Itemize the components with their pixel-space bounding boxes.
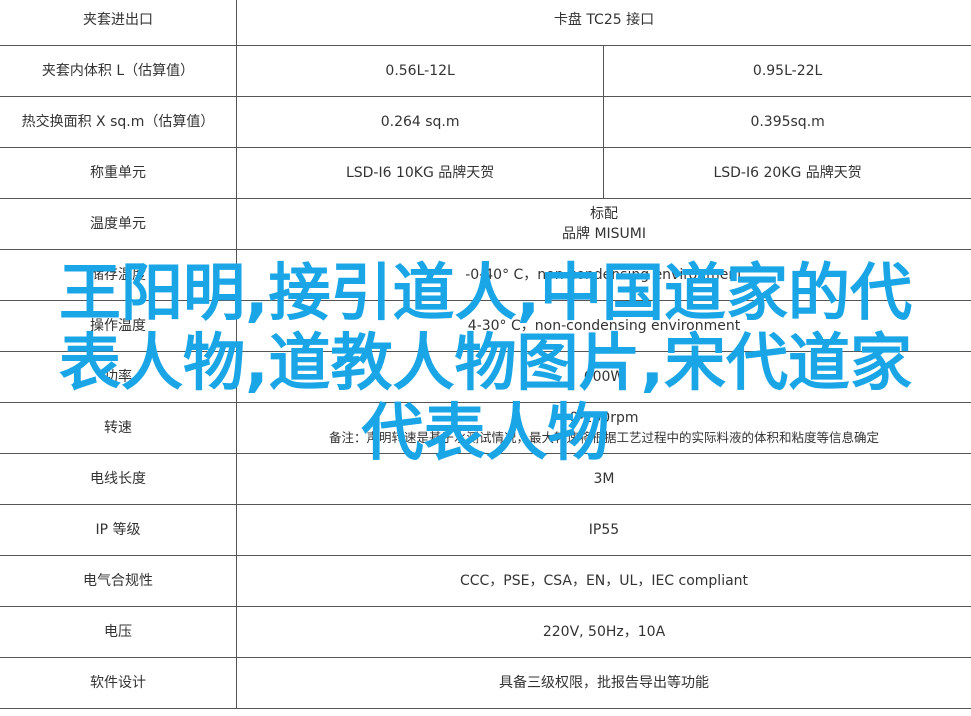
row-value: 220V, 50Hz，10A xyxy=(236,606,971,658)
row-label: 电压 xyxy=(0,606,237,658)
row-value: 600W xyxy=(236,351,971,403)
row-value: 3M xyxy=(236,453,971,505)
row-value: 0.395sq.m xyxy=(603,96,971,148)
row-value: LSD-I6 10KG 品牌天贺 xyxy=(235,147,604,199)
row-label: IP 等级 xyxy=(0,504,237,556)
table-row: 夹套内体积 L（估算值） 0.56L-12L 0.95L-22L xyxy=(0,45,971,97)
row-value: 具备三级权限，批报告导出等功能 xyxy=(236,657,971,709)
row-label: 电线长度 xyxy=(0,453,237,505)
row-label: 操作温度 xyxy=(0,300,237,352)
row-value: -0-40° C，non-condensing environment xyxy=(236,249,971,301)
row-value: 0-200rpm 备注：声明转速是基于水测试情况，最大转速将根据工艺过程中的实际… xyxy=(236,402,971,454)
row-value: 0.264 sq.m xyxy=(235,96,604,148)
row-value-line: 0-200rpm xyxy=(569,410,639,426)
table-row: IP 等级 IP55 xyxy=(0,504,971,556)
table-row: 电压 220V, 50Hz，10A xyxy=(0,606,971,658)
row-label: 称重单元 xyxy=(0,147,237,199)
table-row: 储存温度 -0-40° C，non-condensing environment xyxy=(0,249,971,301)
row-value-line: 备注：声明转速是基于水测试情况，最大转速将根据工艺过程中的实际料液的体积和粘度等… xyxy=(328,430,879,445)
row-value: 标配 品牌 MISUMI xyxy=(236,198,971,250)
row-value: 卡盘 TC25 接口 xyxy=(236,0,971,46)
row-value: CCC，PSE，CSA，EN，UL，IEC compliant xyxy=(236,555,971,607)
table-row: 软件设计 具备三级权限，批报告导出等功能 xyxy=(0,657,971,709)
row-label: 转速 xyxy=(0,402,237,454)
row-value-line: 标配 xyxy=(590,206,618,222)
table-row: 功率 600W xyxy=(0,351,971,403)
row-value: 4-30° C，non-condensing environment xyxy=(236,300,971,352)
table-row: 称重单元 LSD-I6 10KG 品牌天贺 LSD-I6 20KG 品牌天贺 xyxy=(0,147,971,199)
table-row: 电气合规性 CCC，PSE，CSA，EN，UL，IEC compliant xyxy=(0,555,971,607)
table-row: 热交换面积 X sq.m（估算值） 0.264 sq.m 0.395sq.m xyxy=(0,96,971,148)
row-value: IP55 xyxy=(236,504,971,556)
row-value: 0.56L-12L xyxy=(235,45,604,97)
row-label: 电气合规性 xyxy=(0,555,237,607)
row-value: LSD-I6 20KG 品牌天贺 xyxy=(603,147,971,199)
row-label: 夹套内体积 L（估算值） xyxy=(0,45,237,97)
spec-table: 夹套进出口 卡盘 TC25 接口 夹套内体积 L（估算值） 0.56L-12L … xyxy=(0,0,971,709)
table-row: 温度单元 标配 品牌 MISUMI xyxy=(0,198,971,250)
table-row: 夹套进出口 卡盘 TC25 接口 xyxy=(0,0,971,46)
row-label: 功率 xyxy=(0,351,237,403)
row-label: 储存温度 xyxy=(0,249,237,301)
table-row: 转速 0-200rpm 备注：声明转速是基于水测试情况，最大转速将根据工艺过程中… xyxy=(0,402,971,454)
table-row: 电线长度 3M xyxy=(0,453,971,505)
row-value-line: 品牌 MISUMI xyxy=(562,226,646,242)
row-label: 热交换面积 X sq.m（估算值） xyxy=(0,96,237,148)
row-label: 温度单元 xyxy=(0,198,237,250)
row-label: 软件设计 xyxy=(0,657,237,709)
row-value: 0.95L-22L xyxy=(603,45,971,97)
row-label: 夹套进出口 xyxy=(0,0,237,46)
table-row: 操作温度 4-30° C，non-condensing environment xyxy=(0,300,971,352)
